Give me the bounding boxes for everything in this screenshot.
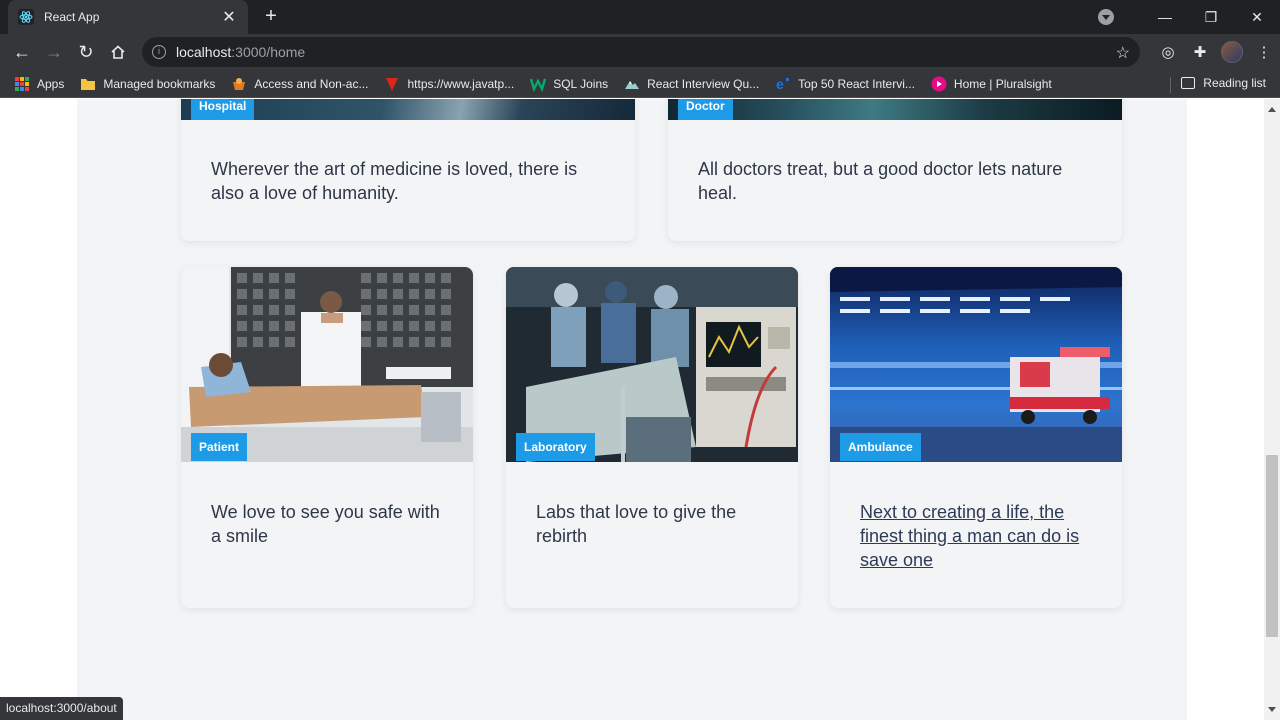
url-path: :3000/home: [231, 44, 306, 60]
restore-icon[interactable]: ❐: [1188, 0, 1234, 34]
bookmark-label: https://www.javatp...: [407, 76, 515, 91]
profile-avatar[interactable]: [1216, 40, 1248, 64]
bookmark-star-icon[interactable]: ☆: [1116, 43, 1130, 63]
card-text: Wherever the art of medicine is loved, t…: [211, 159, 578, 203]
svg-text:e: e: [776, 76, 784, 92]
scroll-up-icon[interactable]: [1268, 107, 1276, 112]
incognito-icon[interactable]: ◎: [1152, 40, 1184, 64]
tab-react-app[interactable]: React App ✕: [8, 0, 248, 34]
page-viewport: Hospital Wherever the art of medicine is…: [0, 99, 1264, 720]
vertical-scrollbar[interactable]: [1264, 99, 1280, 720]
site-info-icon[interactable]: i: [152, 45, 166, 59]
reload-icon[interactable]: ↻: [74, 40, 98, 64]
tag-badge: Ambulance: [840, 433, 921, 461]
bookmark-label: Managed bookmarks: [103, 76, 216, 91]
card-doctor[interactable]: Doctor All doctors treat, but a good doc…: [668, 99, 1122, 241]
bookmark-apps[interactable]: Apps: [14, 76, 64, 92]
extensions-icon[interactable]: ✚: [1184, 40, 1216, 64]
browser-toolbar: ← → ↻ i localhost:3000/home ☆ ◎ ✚ ⋮: [0, 34, 1280, 70]
scroll-thumb[interactable]: [1266, 455, 1278, 637]
bookmark-label: Apps: [37, 76, 65, 91]
tab-title: React App: [44, 10, 100, 24]
bookmark-label: Top 50 React Intervi...: [798, 76, 915, 91]
card-text: Labs that love to give the rebirth: [536, 502, 737, 546]
javatpoint-icon: [386, 77, 399, 91]
minimize-icon[interactable]: —: [1142, 0, 1188, 34]
bookmark-label: Home | Pluralsight: [953, 76, 1052, 91]
bookmark-javatpoint[interactable]: https://www.javatp...: [384, 76, 514, 92]
scroll-down-icon[interactable]: [1268, 707, 1276, 712]
folder-icon: [81, 78, 96, 90]
reading-list-label: Reading list: [1203, 76, 1266, 90]
close-window-icon[interactable]: ✕: [1234, 0, 1280, 34]
window-controls: — ❐ ✕: [1098, 0, 1280, 34]
bookmark-react-interview[interactable]: React Interview Qu...: [624, 76, 759, 92]
apps-grid-icon: [15, 76, 29, 91]
bookmark-sql-joins[interactable]: SQL Joins: [530, 76, 608, 92]
card-ambulance[interactable]: Ambulance Next to creating a life, the f…: [830, 267, 1122, 608]
pluralsight-icon: [931, 76, 947, 91]
forward-icon[interactable]: →: [42, 40, 66, 64]
bookmark-pluralsight[interactable]: Home | Pluralsight: [931, 76, 1052, 92]
card-laboratory[interactable]: Laboratory Labs that love to give the re…: [506, 267, 798, 608]
address-bar[interactable]: i localhost:3000/home ☆: [142, 37, 1140, 67]
tab-strip: React App ✕ + — ❐ ✕: [0, 0, 1280, 34]
bookmarks-divider: [1170, 77, 1171, 93]
w3-icon: [530, 77, 547, 92]
tab-search-icon[interactable]: [1098, 9, 1114, 25]
card-hospital[interactable]: Hospital Wherever the art of medicine is…: [181, 99, 635, 241]
tag-badge: Doctor: [678, 99, 733, 120]
toolbar-right: ◎ ✚ ⋮: [1152, 34, 1280, 70]
bookmarks-bar: Apps Managed bookmarks Access and Non-ac…: [0, 70, 1280, 98]
url-host: localhost: [176, 44, 232, 60]
back-icon[interactable]: ←: [10, 40, 34, 64]
reading-list-button[interactable]: Reading list: [1181, 76, 1266, 90]
tag-badge: Hospital: [191, 99, 255, 120]
close-tab-icon[interactable]: ✕: [220, 7, 238, 27]
card-text: All doctors treat, but a good doctor let…: [698, 159, 1063, 203]
tool-icon: [233, 77, 246, 90]
edureka-icon: e: [776, 76, 790, 92]
bookmark-top-50-react[interactable]: e Top 50 React Intervi...: [775, 76, 915, 92]
status-bar: localhost:3000/about: [0, 697, 123, 720]
tag-badge: Patient: [191, 433, 248, 461]
bookmark-managed[interactable]: Managed bookmarks: [80, 76, 215, 92]
bookmark-label: Access and Non-ac...: [254, 76, 369, 91]
card-text-link[interactable]: Next to creating a life, the finest thin…: [860, 500, 1092, 572]
tag-badge: Laboratory: [516, 433, 595, 461]
card-patient[interactable]: Patient We love to see you safe with a s…: [181, 267, 473, 608]
reading-list-icon: [1181, 77, 1196, 89]
avatar: [1221, 41, 1243, 63]
bookmark-label: SQL Joins: [553, 76, 609, 91]
menu-icon[interactable]: ⋮: [1248, 40, 1280, 64]
react-icon: [18, 9, 34, 25]
new-tab-icon[interactable]: +: [260, 5, 282, 27]
mountain-icon: [625, 80, 640, 89]
bookmark-label: React Interview Qu...: [647, 76, 760, 91]
home-icon[interactable]: [106, 40, 130, 64]
doctor-image: [668, 99, 1122, 120]
home-shape: [111, 45, 125, 59]
card-text: We love to see you safe with a smile: [211, 502, 440, 546]
bookmark-access[interactable]: Access and Non-ac...: [231, 76, 368, 92]
